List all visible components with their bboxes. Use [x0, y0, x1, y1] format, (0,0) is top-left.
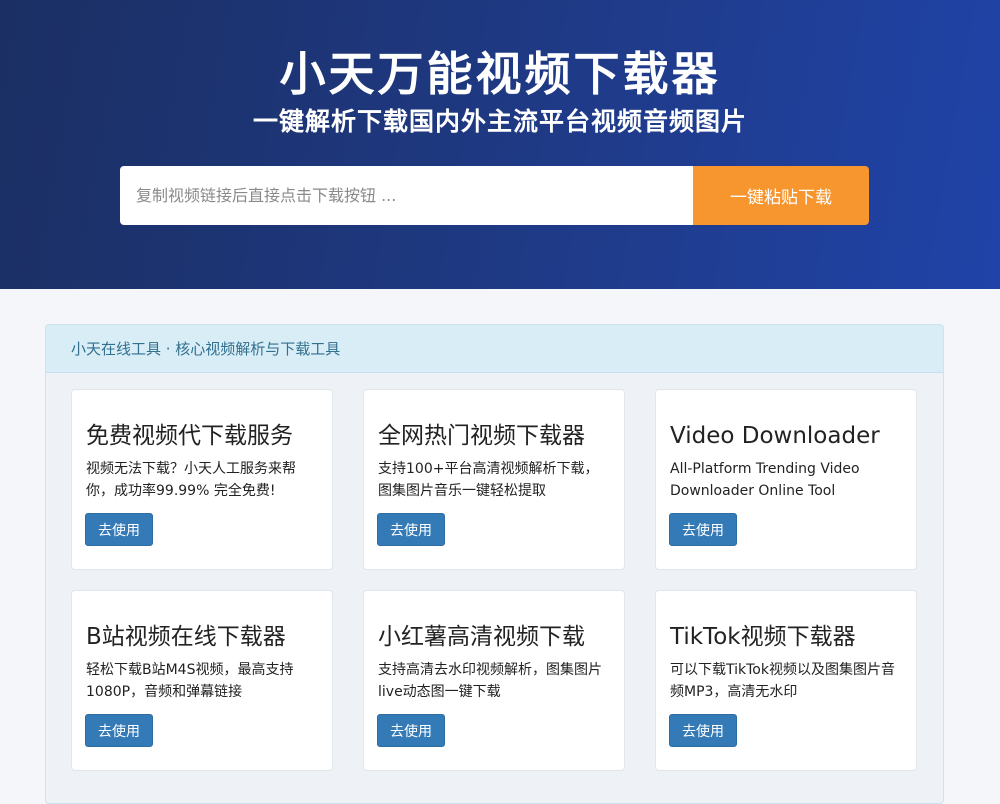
tool-card-all-platform-downloader: 全网热门视频下载器 支持100+平台高清视频解析下载，图集图片音乐一键轻松提取 …: [363, 389, 625, 570]
use-button[interactable]: 去使用: [669, 513, 737, 546]
card-description: 可以下载TikTok视频以及图集图片音频MP3，高清无水印: [670, 662, 895, 700]
search-bar: 一键粘贴下载: [120, 166, 869, 225]
card-title: 全网热门视频下载器: [378, 423, 585, 449]
page-title: 小天万能视频下载器: [279, 47, 721, 101]
card-description: 视频无法下载？小天人工服务来帮你，成功率99.99% 完全免费!: [86, 461, 296, 499]
video-link-input[interactable]: [120, 166, 693, 225]
page-subtitle: 一键解析下载国内外主流平台视频音频图片: [252, 107, 747, 136]
card-title: B站视频在线下载器: [86, 624, 286, 650]
use-button[interactable]: 去使用: [377, 513, 445, 546]
panel-title: 小天在线工具 · 核心视频解析与下载工具: [71, 340, 341, 358]
tool-card-video-downloader: Video Downloader All-Platform Trending V…: [655, 389, 917, 570]
use-button[interactable]: 去使用: [669, 714, 737, 747]
card-title: 免费视频代下载服务: [86, 423, 293, 449]
card-description: 支持100+平台高清视频解析下载，图集图片音乐一键轻松提取: [378, 461, 599, 499]
use-button[interactable]: 去使用: [377, 714, 445, 747]
card-description: All-Platform Trending Video Downloader O…: [670, 461, 860, 499]
card-title: Video Downloader: [670, 423, 880, 449]
card-title: 小红薯高清视频下载: [378, 624, 585, 650]
paste-download-button[interactable]: 一键粘贴下载: [693, 166, 869, 225]
card-description: 支持高清去水印视频解析，图集图片 live动态图一键下载: [378, 662, 602, 700]
tools-panel: 小天在线工具 · 核心视频解析与下载工具 免费视频代下载服务 视频无法下载？小天…: [45, 324, 944, 804]
card-title: TikTok视频下载器: [670, 624, 856, 650]
card-description: 轻松下载B站M4S视频，最高支持1080P，音频和弹幕链接: [86, 662, 294, 700]
tool-card-bilibili-downloader: B站视频在线下载器 轻松下载B站M4S视频，最高支持1080P，音频和弹幕链接 …: [71, 590, 333, 771]
use-button[interactable]: 去使用: [85, 513, 153, 546]
tool-card-xiaohongshu-downloader: 小红薯高清视频下载 支持高清去水印视频解析，图集图片 live动态图一键下载 去…: [363, 590, 625, 771]
tool-card-free-download-service: 免费视频代下载服务 视频无法下载？小天人工服务来帮你，成功率99.99% 完全免…: [71, 389, 333, 570]
tool-card-tiktok-downloader: TikTok视频下载器 可以下载TikTok视频以及图集图片音频MP3，高清无水…: [655, 590, 917, 771]
use-button[interactable]: 去使用: [85, 714, 153, 747]
panel-header: 小天在线工具 · 核心视频解析与下载工具: [46, 325, 943, 373]
hero-banner: 小天万能视频下载器 一键解析下载国内外主流平台视频音频图片 一键粘贴下载: [0, 0, 1000, 289]
